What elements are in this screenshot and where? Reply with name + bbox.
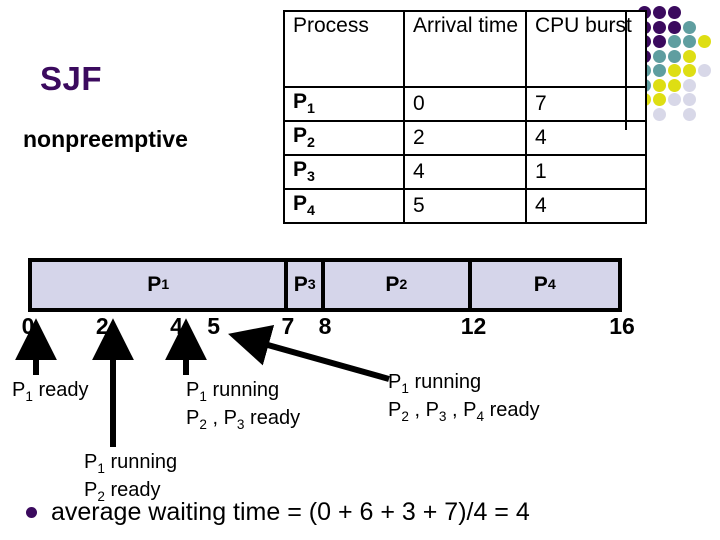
table-row: P2 2 4 — [283, 120, 647, 156]
cell-cpu-burst: 1 — [525, 154, 647, 190]
annotation-line: P2 , P3 , P4 ready — [388, 398, 540, 424]
timeline-tick-0: 0 — [21, 313, 35, 339]
process-table: Process Arrival time CPU burst P1 0 7 P2 2 4 P… — [283, 10, 647, 224]
decor-dot — [683, 93, 696, 106]
decor-dot — [668, 49, 681, 63]
table-header-row: Process Arrival time CPU burst — [283, 10, 647, 88]
arrow-to-time-5 — [228, 324, 390, 382]
decor-dot — [683, 49, 696, 63]
decor-dot — [668, 6, 681, 19]
decor-dot — [653, 35, 666, 48]
average-waiting-time-line: average waiting time = (0 + 6 + 3 + 7)/4… — [26, 498, 530, 527]
decor-dot — [653, 78, 666, 92]
decor-dot — [653, 6, 666, 19]
table-body: P1 0 7 P2 2 4 P3 4 1 P4 5 4 — [283, 86, 647, 224]
gantt-segment-p4: P4 — [471, 262, 618, 308]
timeline-tick-16: 16 — [609, 313, 635, 339]
decor-dot — [668, 20, 681, 34]
decor-dot — [683, 20, 696, 34]
header-arrival-time: Arrival time — [403, 10, 527, 88]
cell-arrival-time: 5 — [403, 188, 527, 224]
gantt-segment-p1: P1 — [32, 262, 289, 308]
decor-dot — [698, 64, 711, 77]
table-row: P3 4 1 — [283, 154, 647, 190]
decor-dot — [668, 78, 681, 92]
gantt-timeline-axis: 0 2 4 5 7 8 12 16 — [0, 313, 720, 339]
cell-process: P2 — [283, 120, 405, 156]
annotation-line: P1 running — [84, 451, 178, 476]
gantt-segment-p3: P3 — [288, 262, 326, 308]
table-row: P1 0 7 — [283, 86, 647, 122]
average-waiting-time-text: average waiting time = (0 + 6 + 3 + 7)/4… — [51, 498, 530, 526]
annotation-time-2: P1 running P2 ready — [84, 450, 177, 505]
decor-dot — [668, 93, 681, 106]
table-side-rule — [625, 12, 627, 130]
decor-dot — [653, 64, 666, 77]
timeline-tick-4: 4 — [170, 313, 183, 339]
cell-arrival-time: 0 — [403, 86, 527, 122]
timeline-tick-8: 8 — [318, 313, 332, 339]
decor-dot — [668, 64, 681, 77]
cell-arrival-time: 2 — [403, 120, 527, 156]
decor-dot — [683, 35, 696, 48]
decor-dot — [683, 78, 696, 92]
decor-dot — [653, 49, 666, 63]
decor-dot — [683, 107, 696, 121]
annotation-line: P2 , P3 ready — [186, 406, 301, 432]
gantt-chart: P1P3P2P4 — [28, 258, 622, 312]
decorative-dot-grid — [638, 6, 714, 122]
cell-arrival-time: 4 — [403, 154, 527, 190]
cell-process: P3 — [283, 154, 405, 190]
decor-dot — [668, 35, 681, 48]
cell-cpu-burst: 4 — [525, 188, 647, 224]
timeline-tick-2: 2 — [95, 313, 109, 339]
decor-dot — [653, 107, 666, 121]
page-subtitle: nonpreemptive — [23, 126, 188, 152]
annotation-line: P1 ready — [12, 379, 89, 404]
annotation-line: P1 running — [186, 379, 280, 404]
header-cpu-burst: CPU burst — [525, 10, 647, 88]
decor-dot — [653, 93, 666, 106]
annotation-time-5: P1 running P2 , P3 , P4 ready — [388, 370, 540, 425]
annotation-line: P1 running — [388, 371, 482, 396]
gantt-segment-p2: P2 — [325, 262, 472, 308]
page-title: SJF — [40, 60, 103, 97]
cell-cpu-burst: 7 — [525, 86, 647, 122]
decor-dot — [653, 20, 666, 34]
decor-dot — [683, 64, 696, 77]
cell-process: P1 — [283, 86, 405, 122]
annotation-time-4: P1 running P2 , P3 ready — [186, 378, 300, 433]
annotation-time-0: P1 ready — [12, 378, 89, 406]
cell-cpu-burst: 4 — [525, 120, 647, 156]
timeline-tick-12: 12 — [460, 313, 487, 339]
table-row: P4 5 4 — [283, 188, 647, 224]
decor-dot — [698, 35, 711, 48]
bullet-icon — [26, 507, 37, 518]
header-process: Process — [283, 10, 405, 88]
timeline-tick-5: 5 — [207, 313, 221, 339]
timeline-tick-7: 7 — [281, 313, 295, 339]
cell-process: P4 — [283, 188, 405, 224]
